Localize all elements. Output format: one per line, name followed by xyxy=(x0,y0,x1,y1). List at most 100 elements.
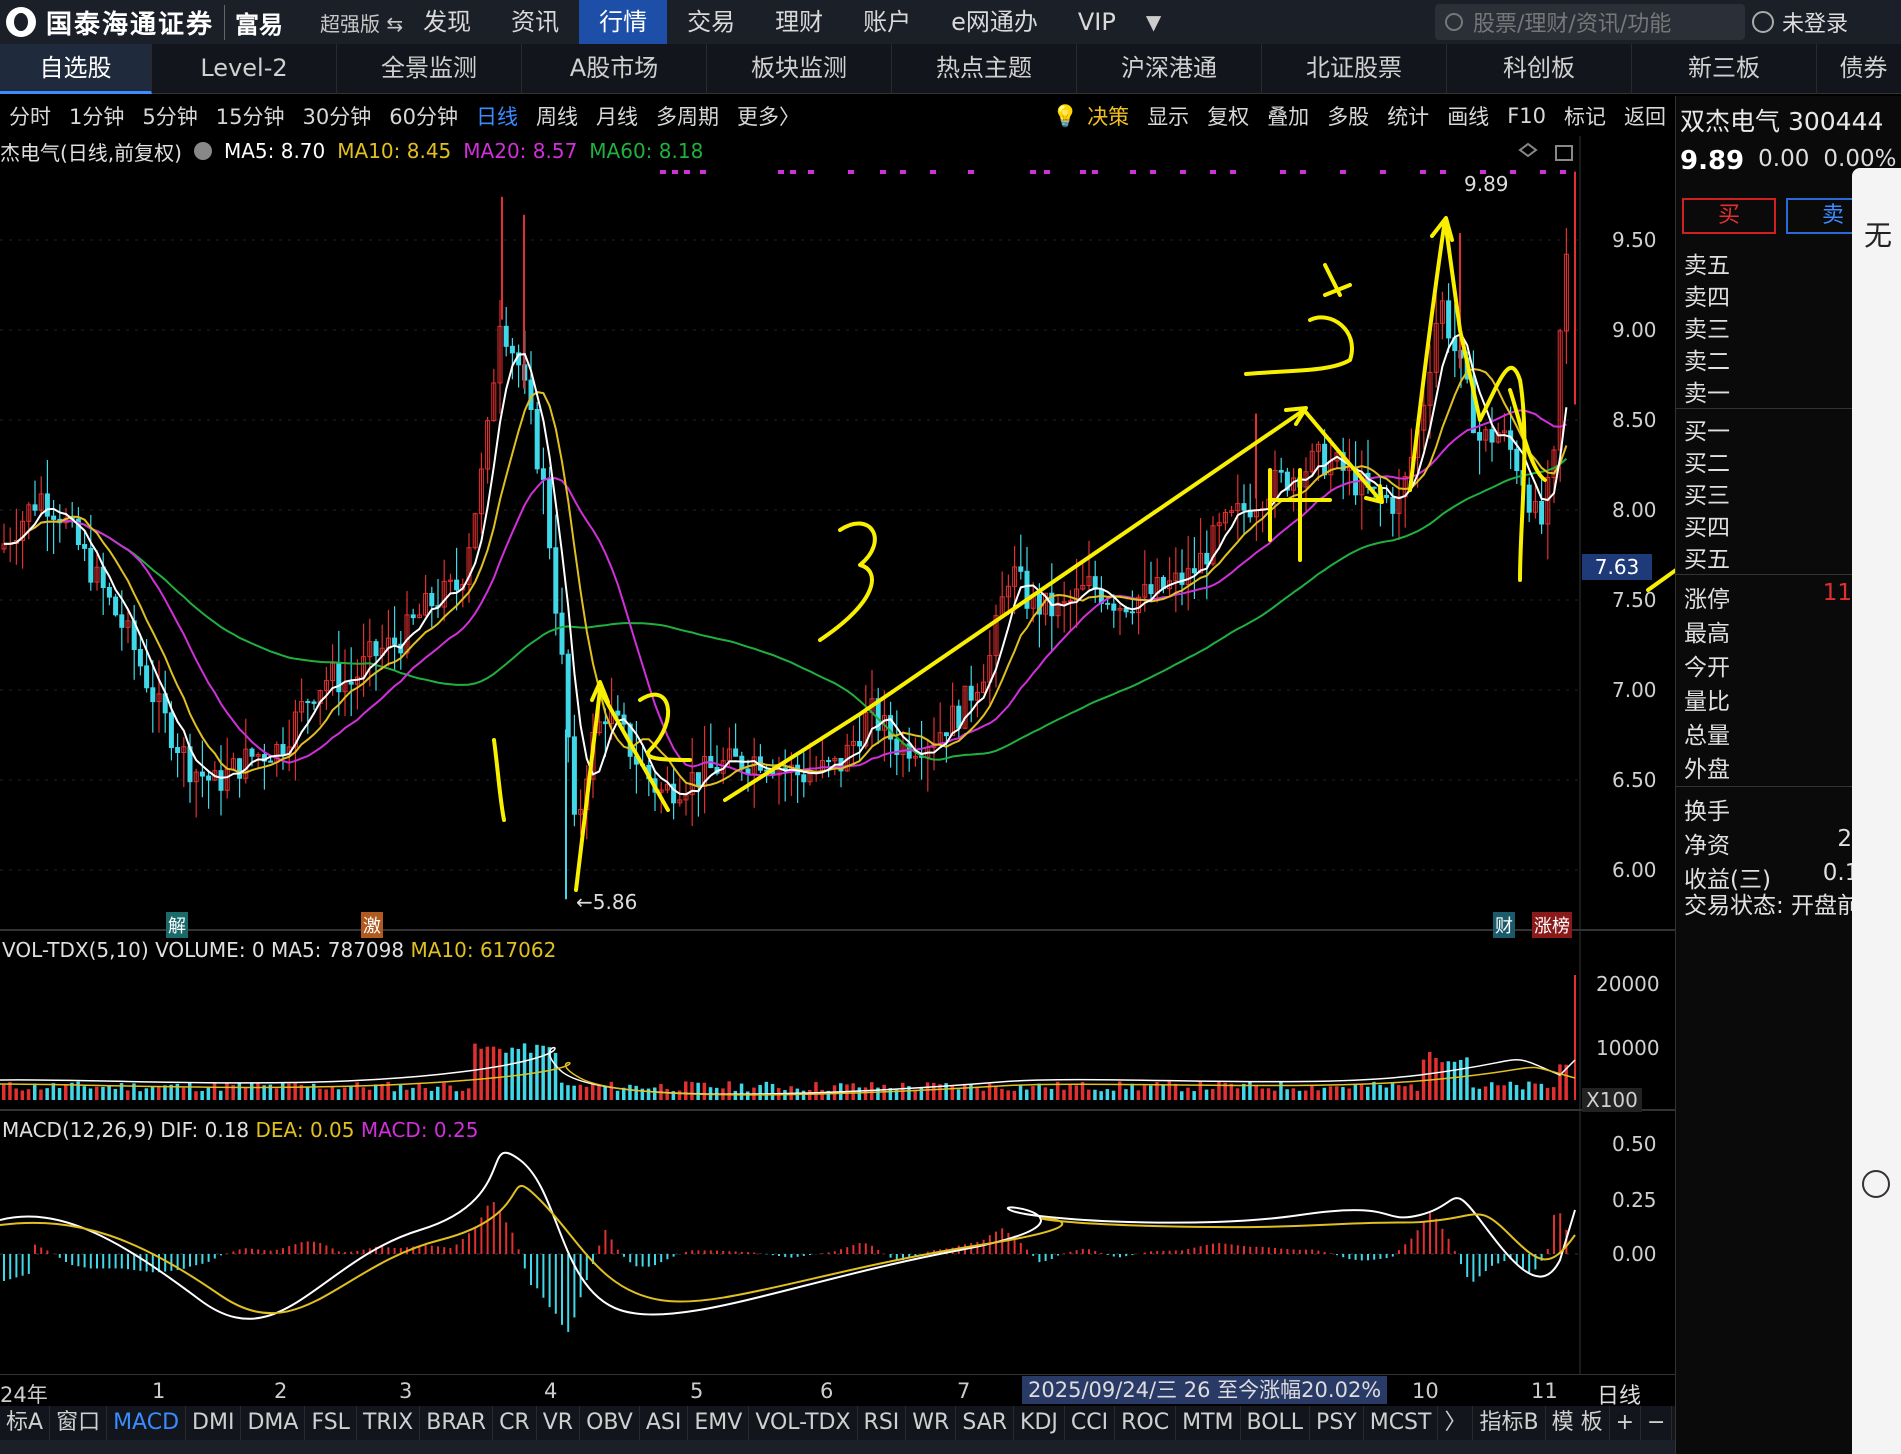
indicator-17[interactable]: KDJ xyxy=(1014,1406,1065,1440)
edition-switch[interactable]: 超强版 ⇆ xyxy=(320,8,403,37)
indicator-19[interactable]: ROC xyxy=(1115,1406,1177,1440)
nav-item-0[interactable]: 发现 xyxy=(403,0,491,44)
indicator-28[interactable]: − xyxy=(1641,1406,1673,1440)
indicator-18[interactable]: CCI xyxy=(1065,1406,1116,1440)
nav-item-2[interactable]: 行情 xyxy=(579,0,668,44)
volume-bar xyxy=(14,1088,18,1100)
incentive-marker[interactable]: 激 xyxy=(361,912,383,938)
bid-row-4[interactable]: 买五 xyxy=(1684,540,1874,573)
indicator-2[interactable]: MACD xyxy=(107,1406,187,1440)
ask-row-4[interactable]: 卖一 xyxy=(1684,374,1874,407)
unlock-marker[interactable]: 解 xyxy=(166,912,188,938)
diamond-icon[interactable] xyxy=(1518,142,1538,158)
period-8[interactable]: 月线 xyxy=(587,101,647,131)
nav-item-1[interactable]: 资讯 xyxy=(491,0,579,44)
bid-row-0[interactable]: 买一 xyxy=(1684,412,1874,445)
indicator-11[interactable]: ASI xyxy=(640,1406,689,1440)
period-7[interactable]: 周线 xyxy=(527,101,587,131)
tab-8[interactable]: 科创板 xyxy=(1447,44,1632,94)
tool-5[interactable]: 统计 xyxy=(1378,101,1438,131)
indicator-14[interactable]: RSI xyxy=(858,1406,907,1440)
ask-row-3[interactable]: 卖二 xyxy=(1684,342,1874,375)
period-6[interactable]: 日线 xyxy=(467,101,527,131)
tool-4[interactable]: 多股 xyxy=(1318,101,1378,131)
indicator-1[interactable]: 窗口 xyxy=(50,1406,108,1440)
bid-row-3[interactable]: 买四 xyxy=(1684,508,1874,541)
indicator-21[interactable]: BOLL xyxy=(1241,1406,1311,1440)
ma-settings-icon[interactable] xyxy=(193,142,212,160)
indicator-10[interactable]: OBV xyxy=(580,1406,640,1440)
indicator-6[interactable]: TRIX xyxy=(357,1406,421,1440)
indicator-26[interactable]: 模 板 xyxy=(1546,1406,1610,1440)
tool-1[interactable]: 显示 xyxy=(1138,101,1198,131)
indicator-12[interactable]: EMV xyxy=(688,1406,750,1440)
volume-bar xyxy=(188,1082,192,1100)
tool-0[interactable]: 决策 xyxy=(1078,101,1138,131)
ask-row-2[interactable]: 卖三 xyxy=(1684,310,1874,343)
tab-4[interactable]: 板块监测 xyxy=(707,44,892,94)
kline-chart[interactable] xyxy=(0,136,1675,1386)
bid-row-1[interactable]: 买二 xyxy=(1684,444,1874,477)
tab-9[interactable]: 新三板 xyxy=(1632,44,1817,94)
indicator-23[interactable]: MCST xyxy=(1364,1406,1439,1440)
tool-2[interactable]: 复权 xyxy=(1198,101,1258,131)
indicator-3[interactable]: DMI xyxy=(186,1406,242,1440)
period-5[interactable]: 60分钟 xyxy=(380,101,467,131)
popup-info-icon[interactable] xyxy=(1862,1170,1890,1198)
limit-up-list-marker[interactable]: 涨榜 xyxy=(1532,912,1572,938)
candle-body xyxy=(1526,484,1532,513)
maximize-icon[interactable] xyxy=(1555,145,1573,161)
tab-5[interactable]: 热点主题 xyxy=(892,44,1077,94)
indicator-0[interactable]: 标A xyxy=(0,1406,51,1440)
nav-item-3[interactable]: 交易 xyxy=(667,0,755,44)
tab-2[interactable]: 全景监测 xyxy=(337,44,522,94)
macd-dif: DIF: 0.18 xyxy=(160,1118,250,1142)
indicator-25[interactable]: 指标B xyxy=(1473,1406,1546,1440)
finance-marker[interactable]: 财 xyxy=(1493,912,1515,938)
indicator-20[interactable]: MTM xyxy=(1176,1406,1241,1440)
ask-row-1[interactable]: 卖四 xyxy=(1684,278,1874,311)
volume-bar xyxy=(584,1086,589,1100)
ask-row-0[interactable]: 卖五 xyxy=(1684,246,1874,279)
nav-item-5[interactable]: 账户 xyxy=(843,0,931,44)
period-10[interactable]: 更多〉 xyxy=(728,101,809,131)
tab-0[interactable]: 自选股 xyxy=(0,44,152,94)
period-2[interactable]: 5分钟 xyxy=(133,101,206,131)
indicator-7[interactable]: BRAR xyxy=(420,1406,494,1440)
indicator-27[interactable]: + xyxy=(1610,1406,1642,1440)
period-1[interactable]: 1分钟 xyxy=(60,101,133,131)
indicator-15[interactable]: WR xyxy=(906,1406,957,1440)
tool-3[interactable]: 叠加 xyxy=(1258,101,1318,131)
volume-bar xyxy=(113,1088,118,1100)
search-input[interactable]: 股票/理财/资讯/功能 xyxy=(1435,4,1745,40)
tab-10[interactable]: 债券 xyxy=(1817,44,1901,94)
indicator-8[interactable]: CR xyxy=(493,1406,537,1440)
nav-item-7[interactable]: VIP xyxy=(1058,0,1136,44)
period-0[interactable]: 分时 xyxy=(0,101,60,131)
tab-1[interactable]: Level-2 xyxy=(152,44,337,94)
tool-8[interactable]: 标记 xyxy=(1555,101,1615,131)
tab-6[interactable]: 沪深港通 xyxy=(1077,44,1262,94)
indicator-16[interactable]: SAR xyxy=(956,1406,1015,1440)
tool-7[interactable]: F10 xyxy=(1498,104,1555,128)
buy-button[interactable]: 买 xyxy=(1682,198,1776,234)
bid-row-2[interactable]: 买三 xyxy=(1684,476,1874,509)
period-3[interactable]: 15分钟 xyxy=(207,101,294,131)
login-button[interactable]: 未登录 xyxy=(1752,0,1848,44)
indicator-9[interactable]: VR xyxy=(537,1406,581,1440)
indicator-22[interactable]: PSY xyxy=(1310,1406,1364,1440)
nav-item-6[interactable]: e网通办 xyxy=(931,0,1058,44)
period-4[interactable]: 30分钟 xyxy=(293,101,380,131)
nav-more-icon[interactable]: ▼ xyxy=(1146,10,1161,34)
indicator-24[interactable]: 〉 xyxy=(1438,1406,1474,1440)
tab-3[interactable]: A股市场 xyxy=(522,44,707,94)
indicator-4[interactable]: DMA xyxy=(241,1406,306,1440)
period-9[interactable]: 多周期 xyxy=(647,101,728,131)
nav-item-4[interactable]: 理财 xyxy=(755,0,843,44)
tab-7[interactable]: 北证股票 xyxy=(1262,44,1447,94)
side-popup[interactable]: 无 xyxy=(1852,168,1901,1454)
tool-9[interactable]: 返回 xyxy=(1615,101,1675,131)
indicator-13[interactable]: VOL-TDX xyxy=(749,1406,858,1440)
indicator-5[interactable]: FSL xyxy=(305,1406,357,1440)
tool-6[interactable]: 画线 xyxy=(1438,101,1498,131)
